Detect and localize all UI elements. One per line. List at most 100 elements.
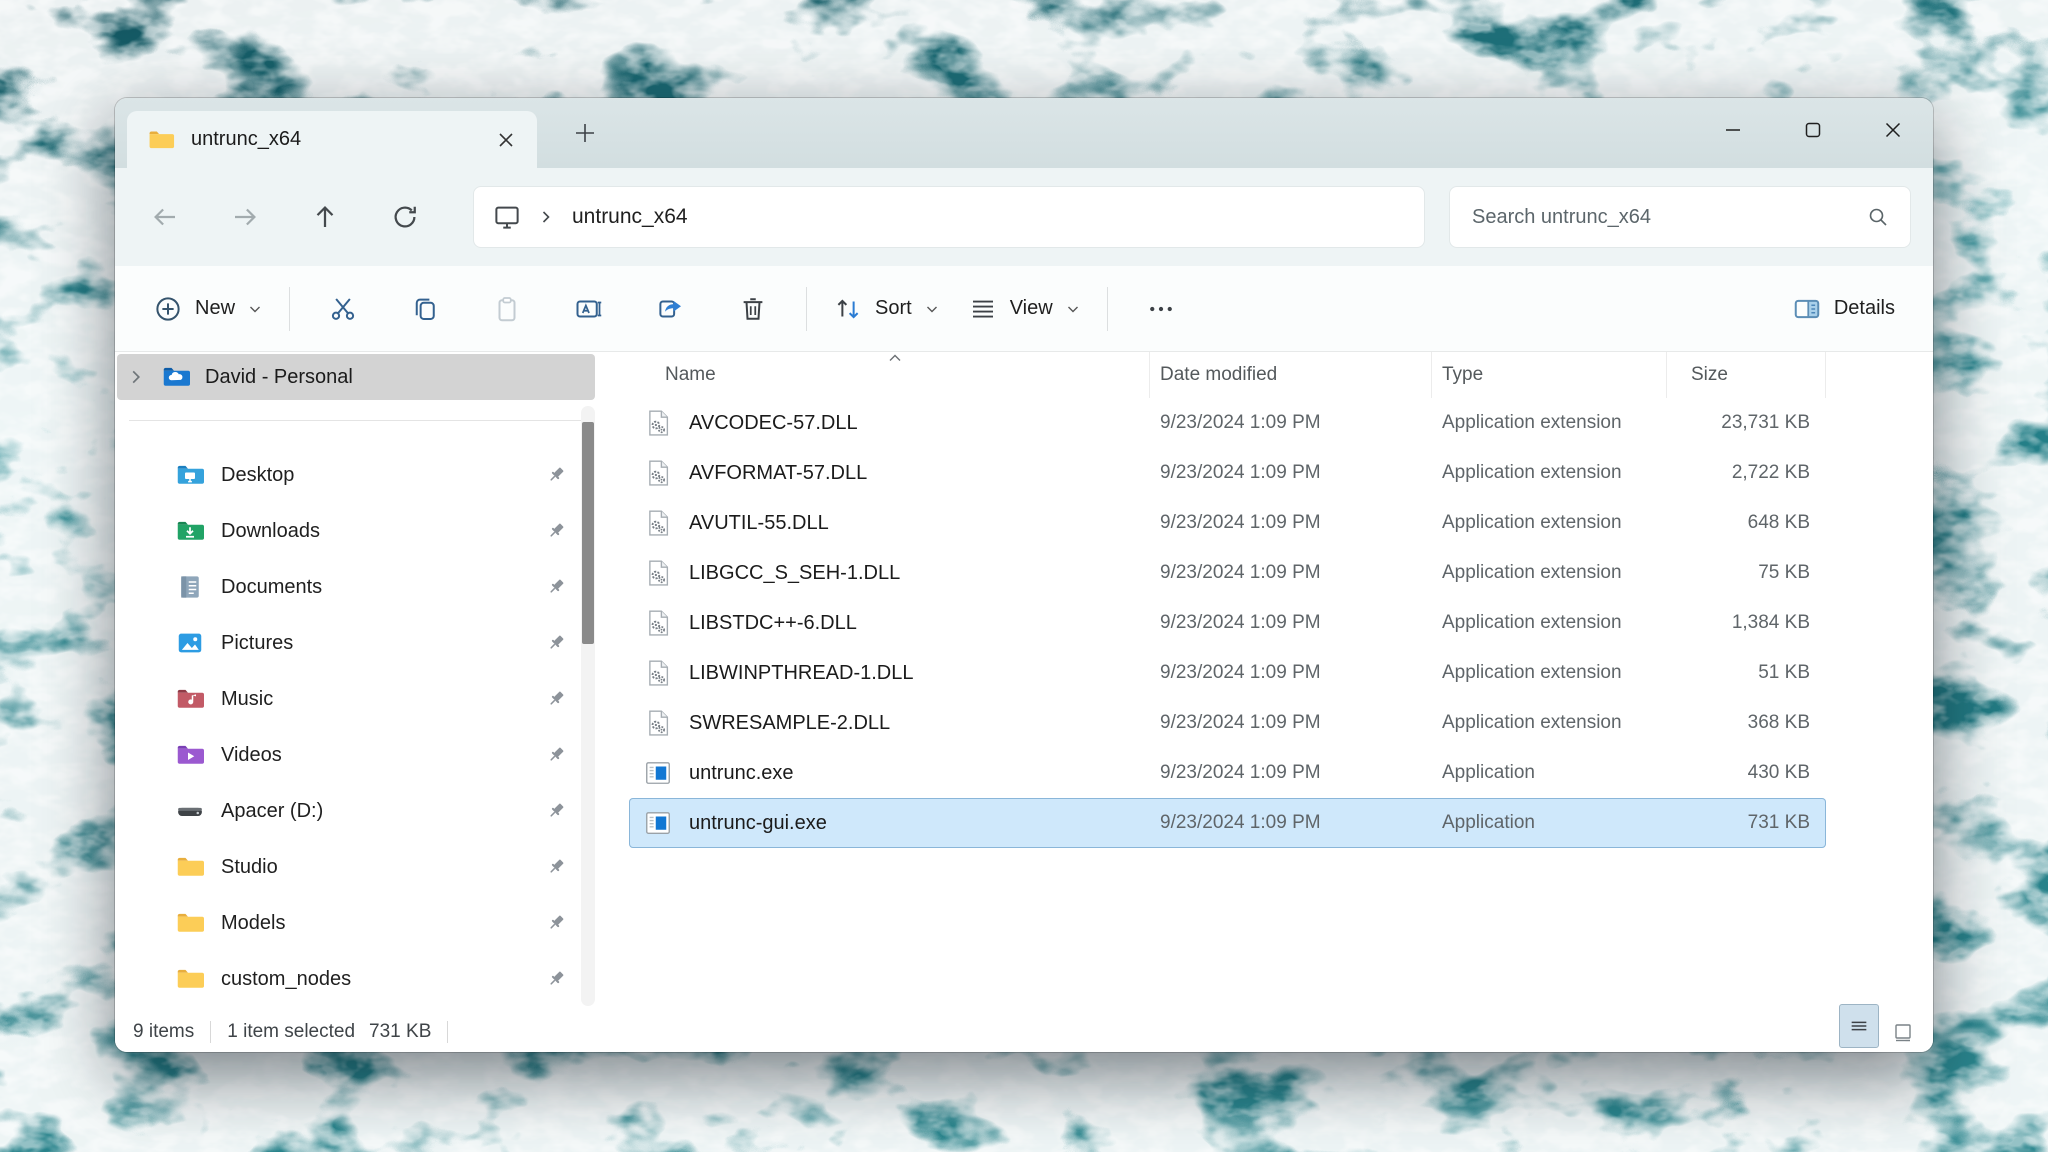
plus-circle-icon [156, 296, 180, 321]
chevron-down-icon [1067, 306, 1078, 312]
tab-folder-icon [149, 130, 175, 148]
file-row[interactable]: SWRESAMPLE-2.DLL 9/23/2024 1:09 PM Appli… [629, 698, 1826, 748]
sidebar-root-label: David - Personal [205, 365, 353, 388]
details-view-toggle[interactable] [1839, 1004, 1879, 1048]
file-date-modified: 9/23/2024 1:09 PM [1160, 662, 1321, 683]
more-options-button[interactable] [1130, 279, 1192, 339]
sidebar-item-label: Downloads [221, 519, 320, 542]
file-row[interactable]: untrunc-gui.exe 9/23/2024 1:09 PM Applic… [629, 798, 1826, 848]
search-input[interactable] [1470, 204, 1866, 230]
sidebar-item[interactable]: Apacer (D:) [115, 783, 597, 839]
sidebar-item[interactable]: Downloads [115, 503, 597, 559]
plus-icon [576, 124, 594, 142]
arrow-right-icon [235, 208, 256, 226]
copy-button[interactable] [394, 279, 456, 339]
sidebar-item[interactable]: Pictures [115, 615, 597, 671]
documents-icon [181, 576, 199, 598]
dll-file-icon [649, 560, 669, 586]
forward-button[interactable] [217, 189, 273, 245]
this-pc-icon [495, 206, 519, 229]
file-name: AVFORMAT-57.DLL [689, 461, 868, 484]
column-headers: Name Date modified Type Size [629, 352, 1826, 398]
search-box[interactable] [1449, 186, 1911, 248]
up-button[interactable] [297, 189, 353, 245]
sidebar-item-label: Apacer (D:) [221, 799, 324, 822]
file-name: LIBGCC_S_SEH-1.DLL [689, 561, 901, 584]
selection-size: 731 KB [369, 1021, 432, 1042]
folder-icon [177, 969, 204, 988]
sort-button-label: Sort [875, 297, 912, 319]
details-pane-button[interactable]: Details [1778, 279, 1909, 339]
thumbnail-view-toggle[interactable] [1887, 1018, 1919, 1048]
file-type: Application extension [1442, 412, 1622, 433]
pin-icon [550, 915, 564, 929]
sidebar-item-label: custom_nodes [221, 967, 352, 990]
titlebar[interactable]: untrunc_x64 [115, 98, 1933, 168]
file-row[interactable]: LIBSTDC++-6.DLL 9/23/2024 1:09 PM Applic… [629, 598, 1826, 648]
sidebar-item[interactable]: Videos [115, 727, 597, 783]
back-button[interactable] [137, 189, 193, 245]
file-row[interactable]: untrunc.exe 9/23/2024 1:09 PM Applicatio… [629, 748, 1826, 798]
sidebar-item[interactable]: Documents [115, 559, 597, 615]
view-button[interactable]: View [954, 279, 1095, 339]
rename-button[interactable] [558, 279, 620, 339]
minimize-button[interactable] [1693, 98, 1773, 162]
sidebar-divider [129, 420, 583, 421]
sidebar-item[interactable]: Desktop [115, 447, 597, 503]
sort-button[interactable]: Sort [819, 279, 954, 339]
status-divider [447, 1021, 449, 1043]
share-button[interactable] [640, 279, 702, 339]
file-date-modified: 9/23/2024 1:09 PM [1160, 562, 1321, 583]
explorer-body: David - Personal Desktop Downloads Docum… [115, 352, 1933, 1012]
file-name: AVCODEC-57.DLL [689, 411, 858, 434]
column-header-date-modified[interactable]: Date modified [1150, 352, 1432, 398]
file-type: Application [1442, 812, 1535, 833]
paste-icon [498, 296, 516, 321]
new-tab-button[interactable] [563, 113, 607, 153]
sidebar-item-label: Music [221, 687, 274, 710]
delete-button[interactable] [722, 279, 784, 339]
pin-icon [550, 859, 564, 873]
dll-file-icon [649, 610, 669, 636]
pin-icon [550, 467, 564, 481]
column-header-size[interactable]: Size [1667, 352, 1826, 398]
onedrive-folder-icon [163, 367, 190, 386]
explorer-tab[interactable]: untrunc_x64 [127, 111, 537, 168]
command-toolbar: New Sort View Details [115, 266, 1933, 352]
file-size: 1,384 KB [1731, 612, 1810, 633]
file-row[interactable]: LIBWINPTHREAD-1.DLL 9/23/2024 1:09 PM Ap… [629, 648, 1826, 698]
sidebar-item-onedrive-root[interactable]: David - Personal [117, 354, 595, 400]
file-row[interactable]: LIBGCC_S_SEH-1.DLL 9/23/2024 1:09 PM App… [629, 548, 1826, 598]
tab-close-icon[interactable] [489, 123, 523, 157]
pictures-icon [178, 633, 202, 653]
close-button[interactable] [1853, 98, 1933, 162]
file-size: 731 KB [1747, 812, 1810, 833]
refresh-button[interactable] [377, 189, 433, 245]
status-divider [210, 1021, 212, 1043]
file-size: 2,722 KB [1731, 462, 1810, 483]
sidebar-item[interactable]: Models [115, 895, 597, 951]
cut-button[interactable] [312, 279, 374, 339]
minimize-icon [1726, 129, 1740, 131]
sidebar-scrollbar[interactable] [581, 406, 595, 1006]
sidebar-item[interactable]: Music [115, 671, 597, 727]
file-date-modified: 9/23/2024 1:09 PM [1160, 462, 1321, 483]
file-name: SWRESAMPLE-2.DLL [689, 711, 891, 734]
chevron-down-icon [250, 306, 261, 312]
address-bar[interactable]: untrunc_x64 [473, 186, 1425, 248]
file-row[interactable]: AVCODEC-57.DLL 9/23/2024 1:09 PM Applica… [629, 398, 1826, 448]
paste-button[interactable] [476, 279, 538, 339]
sidebar-item[interactable]: custom_nodes [115, 951, 597, 1007]
sidebar-scrollbar-thumb[interactable] [582, 422, 594, 644]
column-header-type[interactable]: Type [1432, 352, 1667, 398]
breadcrumb-chevron-icon [538, 209, 554, 225]
file-type: Application extension [1442, 712, 1622, 733]
file-row[interactable]: AVUTIL-55.DLL 9/23/2024 1:09 PM Applicat… [629, 498, 1826, 548]
maximize-button[interactable] [1773, 98, 1853, 162]
new-button[interactable]: New [139, 279, 277, 339]
file-row[interactable]: AVFORMAT-57.DLL 9/23/2024 1:09 PM Applic… [629, 448, 1826, 498]
sidebar-item[interactable]: Studio [115, 839, 597, 895]
file-explorer-window: untrunc_x64 untrunc_x64 Search untrunc_x… [115, 98, 1933, 1052]
sidebar-item-label: Documents [221, 575, 323, 598]
breadcrumb-location[interactable]: untrunc_x64 [572, 205, 688, 229]
